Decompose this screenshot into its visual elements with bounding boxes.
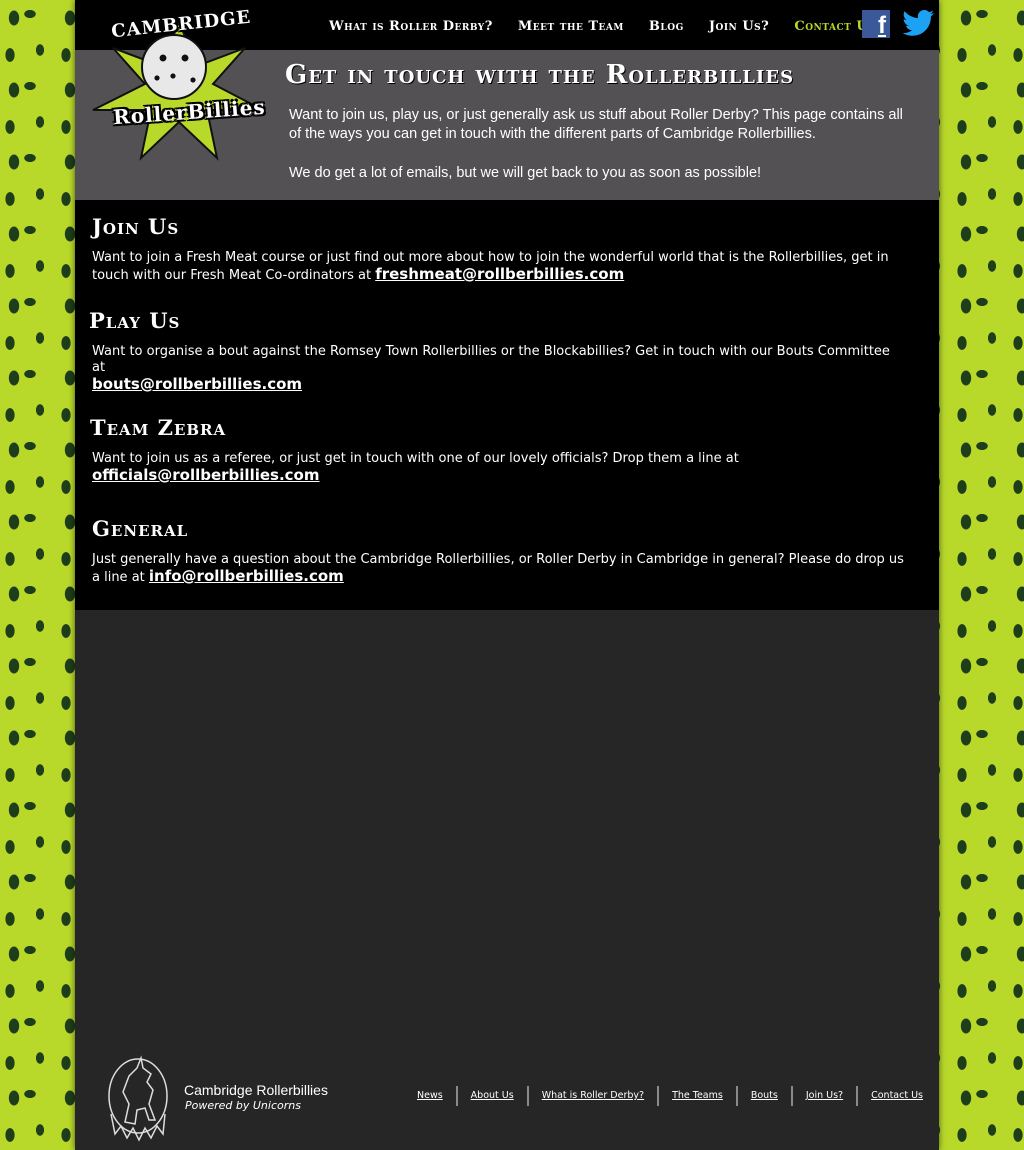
section-text: Want to join a Fresh Meat course or just… <box>92 250 907 284</box>
nav-meet-the-team[interactable]: Meet the Team <box>518 19 624 34</box>
section-join-us: Join Us Want to join a Fresh Meat course… <box>92 214 907 284</box>
section-heading: General <box>92 516 189 541</box>
leopard-head-icon <box>141 34 207 100</box>
intro-paragraph: Want to join us, play us, or just genera… <box>289 107 903 142</box>
footer-link-contact-us[interactable]: Contact Us <box>856 1086 923 1106</box>
footer-tagline: Powered by Unicorns <box>185 1099 301 1112</box>
nav-what-is-roller-derby[interactable]: What is Roller Derby? <box>329 19 493 34</box>
footer-link-the-teams[interactable]: The Teams <box>657 1086 736 1106</box>
site-logo[interactable]: CAMBRIDGE RollerBillies <box>79 0 279 165</box>
section-general: General Just generally have a question a… <box>92 516 907 586</box>
nav-blog[interactable]: Blog <box>649 19 684 34</box>
footer-link-news[interactable]: News <box>404 1086 456 1106</box>
section-team-zebra: Team Zebra Want to join us as a referee,… <box>90 415 905 485</box>
footer-nav: News About Us What is Roller Derby? The … <box>404 1086 923 1106</box>
nav-join-us[interactable]: Join Us? <box>709 19 769 34</box>
main-nav: What is Roller Derby? Meet the Team Blog… <box>329 15 895 37</box>
email-link-officials[interactable]: officials@rollberbillies.com <box>92 466 319 484</box>
contact-sections: Join Us Want to join a Fresh Meat course… <box>75 200 939 610</box>
section-body: Want to organise a bout against the Roms… <box>92 344 890 375</box>
section-text: Want to organise a bout against the Roms… <box>92 344 904 394</box>
twitter-icon[interactable] <box>901 9 935 39</box>
email-link-info[interactable]: info@rollberbillies.com <box>149 567 344 585</box>
footer-title: Cambridge Rollerbillies <box>184 1082 328 1098</box>
footer-link-about-us[interactable]: About Us <box>455 1086 527 1106</box>
section-text: Just generally have a question about the… <box>92 552 907 586</box>
unicorn-logo-icon <box>108 1055 168 1142</box>
footer-link-bouts[interactable]: Bouts <box>735 1086 791 1106</box>
section-heading: Team Zebra <box>90 415 227 440</box>
page-title: Get in touch with the Rollerbillies <box>285 60 795 90</box>
footer: Cambridge Rollerbillies Powered by Unico… <box>75 1050 939 1150</box>
section-heading: Join Us <box>92 214 180 239</box>
section-play-us: Play Us Want to organise a bout against … <box>89 308 904 394</box>
facebook-icon[interactable]: f <box>862 10 890 38</box>
page-container: What is Roller Derby? Meet the Team Blog… <box>75 0 939 1150</box>
email-link-freshmeat[interactable]: freshmeat@rollberbillies.com <box>375 265 624 283</box>
email-link-bouts[interactable]: bouts@rollberbillies.com <box>92 375 302 393</box>
section-text: Want to join us as a referee, or just ge… <box>92 451 905 485</box>
footer-link-what-is-roller-derby[interactable]: What is Roller Derby? <box>526 1086 657 1106</box>
section-heading: Play Us <box>89 308 181 333</box>
footer-link-join-us[interactable]: Join Us? <box>790 1086 856 1106</box>
response-note: We do get a lot of emails, but we will g… <box>289 165 762 181</box>
section-body: Want to join us as a referee, or just ge… <box>92 451 739 466</box>
